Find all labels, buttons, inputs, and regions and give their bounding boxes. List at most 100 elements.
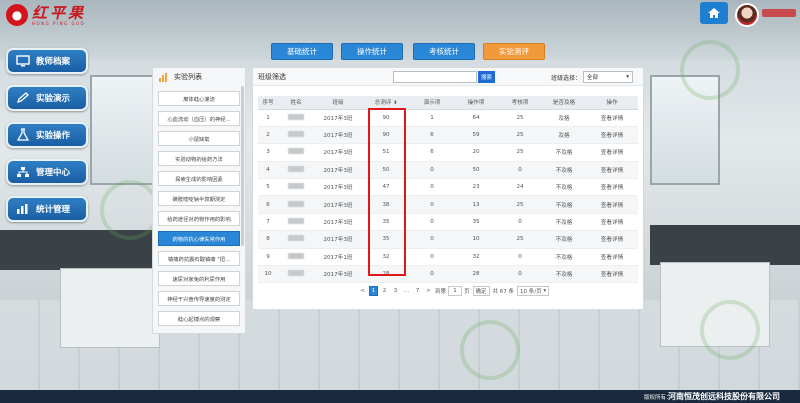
cell-total: 35 [362,213,410,232]
experiment-list-item[interactable]: 磺胺嘧啶钠半衰期测定 [158,191,240,206]
cell-no: 1 [258,109,278,127]
class-select[interactable]: 全部 ▾ [583,71,633,83]
background-cabinet [60,268,160,348]
top-bar: ● 红平果 HONG PING GUO [0,0,800,30]
pager-page[interactable]: 1 [369,286,378,296]
table-row: 3 2017年3班 51 6 20 25 不及格 查看详情 [258,143,638,162]
cell-no: 4 [258,161,278,180]
pager-goto-input[interactable]: 1 [448,286,463,296]
cell-name-redacted [278,265,314,284]
sort-icon[interactable]: ⬍ [393,100,397,106]
cell-demo: 0 [410,248,454,267]
experiment-list-item[interactable]: 给药途径对药物作用的影响 [158,211,240,226]
cell-demo: 0 [410,178,454,197]
cell-class: 2017年3班 [314,213,362,232]
experiment-list-item[interactable]: 蛙心起搏点的观察 [158,311,240,326]
sidebar-item-label: 教师档案 [36,57,71,67]
cell-name-redacted [278,161,314,180]
redacted-name [288,200,304,207]
cell-demo: 1 [410,109,454,127]
col-header-pass: 是否及格 [542,96,586,110]
home-button[interactable] [700,2,728,24]
col-header-demo: 演示项 [410,96,454,110]
cell-total: 28 [362,265,410,284]
cell-total: 50 [362,161,410,180]
table-row: 7 2017年3班 35 0 35 0 不及格 查看详情 [258,213,638,232]
cell-action[interactable]: 查看详情 [586,178,638,197]
watermark-logo [460,320,520,380]
experiment-list: 离体蛙心灌流 心血流动（血压）的神经... 小鼠缺氧实验动物的给药方法 探索生成的影响… [153,86,245,333]
tab-experiment-evaluation[interactable]: 实验测评 [483,43,545,60]
experiment-list-item[interactable]: 心血流动（血压）的神经... [158,111,240,126]
sidebar-item-experiment-demo[interactable]: 实验演示 [6,85,88,111]
cell-action[interactable]: 查看详情 [586,161,638,180]
table-row: 10 2017年3班 28 0 28 0 不及格 查看详情 [258,265,638,284]
col-header-action: 操作 [586,96,638,110]
background-bench [650,225,800,265]
tab-exam-stats[interactable]: 考核统计 [413,43,475,60]
cell-exam: 24 [498,178,542,197]
experiment-list-title: 实验列表 [174,73,202,81]
table-row: 9 2017年1班 32 0 32 0 不及格 查看详情 [258,248,638,267]
pager-next[interactable]: > [424,286,433,296]
cell-op: 32 [454,248,498,267]
cell-action[interactable]: 查看详情 [586,248,638,267]
search-button[interactable]: 搜索 [478,71,495,83]
cell-class: 2017年3班 [314,178,362,197]
pager-page[interactable]: 3 [391,286,400,296]
redacted-name [288,183,304,190]
cell-action[interactable]: 查看详情 [586,195,638,214]
cell-action[interactable]: 查看详情 [586,230,638,249]
cell-class: 2017年3班 [314,109,362,127]
experiment-list-item[interactable]: 小鼠缺氧 [158,131,240,146]
cell-demo: 0 [410,213,454,232]
pager-size-select[interactable]: 10 条/页 ▾ [517,286,550,296]
cell-total: 90 [362,126,410,145]
sidebar-item-teacher-files[interactable]: 教师档案 [6,48,88,74]
experiment-list-item[interactable]: 神经干兴奋传导速度的测定 [158,291,240,306]
col-header-total[interactable]: 总测评 ⬍ [362,96,410,110]
pager-confirm-button[interactable]: 确定 [472,286,490,296]
sidebar-item-label: 实验演示 [36,94,71,104]
pager-goto-prefix: 到第 [435,289,447,295]
cell-exam: 25 [498,143,542,162]
cell-action[interactable]: 查看详情 [586,109,638,127]
cell-total: 32 [362,248,410,267]
filter-title: 班级筛选 [258,72,286,81]
experiment-list-panel: 实验列表 离体蛙心灌流 心血流动（血压）的神经... 小鼠缺氧实验动物的给药方法 探索… [152,67,246,334]
cell-action[interactable]: 查看详情 [586,143,638,162]
tab-operation-stats[interactable]: 操作统计 [341,43,403,60]
list-scrollbar[interactable] [241,86,244,246]
cell-pass: 不及格 [542,248,586,267]
cell-demo: 0 [410,265,454,284]
cell-name-redacted [278,126,314,145]
results-table: 序号 姓名 班级 总测评 ⬍ 演示项 操作项 考核项 是否及格 操作 1 2017… [258,96,638,284]
pager-prev[interactable]: < [358,286,367,296]
user-avatar[interactable] [735,3,759,27]
search-input[interactable] [393,71,477,83]
cell-demo: 0 [410,230,454,249]
sidebar-item-experiment-operation[interactable]: 实验操作 [6,122,88,148]
experiment-list-item[interactable]: 药物的抗心律失常作用 [158,231,240,246]
sidebar-item-management-center[interactable]: 管理中心 [6,159,88,185]
class-select-label: 班级选择： [551,75,582,82]
experiment-list-item[interactable]: 实验动物的给药方法 [158,151,240,166]
cell-exam: 25 [498,109,542,127]
brand-logo[interactable]: ● 红平果 HONG PING GUO [6,2,86,28]
table-row: 2 2017年3班 90 6 59 25 及格 查看详情 [258,126,638,145]
results-panel: 班级筛选 搜索 班级选择： 全部 ▾ 序号 姓名 班级 总测评 ⬍ 演示项 操作… [252,67,644,310]
cell-class: 2017年3班 [314,230,362,249]
cell-action[interactable]: 查看详情 [586,126,638,145]
experiment-list-item[interactable]: 镇痛药抗震石酸镇痛 "扭... [158,251,240,266]
redacted-name [288,270,304,277]
experiment-list-item[interactable]: 速尿对家兔的利尿作用 [158,271,240,286]
pager-page[interactable]: 7 [413,286,422,296]
sidebar-item-statistics[interactable]: 统计管理 [6,196,88,222]
apple-logo-icon: ● [6,4,28,26]
cell-action[interactable]: 查看详情 [586,265,638,284]
experiment-list-item[interactable]: 探索生成的影响因素 [158,171,240,186]
cell-action[interactable]: 查看详情 [586,213,638,232]
tab-basic-stats[interactable]: 基础统计 [271,43,333,60]
pager-page[interactable]: 2 [380,286,389,296]
experiment-list-item[interactable]: 离体蛙心灌流 [158,91,240,106]
